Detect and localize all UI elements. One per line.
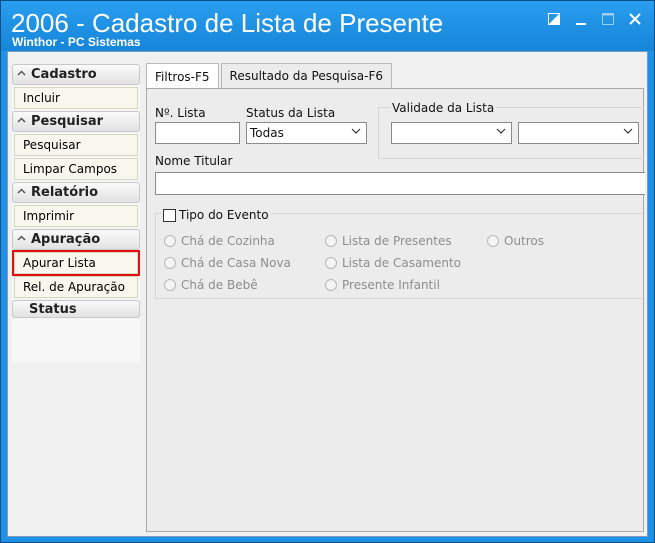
validade-fim-select[interactable] [518,122,639,144]
chevron-up-icon [17,114,29,129]
limpar-campos-button[interactable]: Limpar Campos [14,158,138,180]
radio-lista-casamento[interactable]: Lista de Casamento [325,256,461,270]
nav-group-apuracao: Apuração Apurar Lista Rel. de Apuração [12,229,140,298]
chevron-up-icon [17,232,29,247]
tab-filtros[interactable]: Filtros-F5 [146,63,219,89]
nav-header-label: Relatório [31,185,98,200]
validade-inicio-select[interactable] [391,122,512,144]
title-bar[interactable]: 2006 - Cadastro de Lista de Presente Win… [1,1,654,51]
radio-label: Outros [504,234,545,248]
radio-label: Chá de Bebê [181,278,258,292]
radio-circle-icon [164,279,176,291]
side-nav: Cadastro Incluir Pesquisar Pesquisar Lim… [12,64,140,318]
chevron-down-icon [351,126,361,139]
nav-group-cadastro: Cadastro Incluir [12,64,140,109]
chevron-down-icon [623,126,633,139]
imprimir-button[interactable]: Imprimir [14,205,138,227]
radio-presente-infantil[interactable]: Presente Infantil [325,278,440,292]
nav-header-label: Apuração [31,232,101,247]
app-window: 2006 - Cadastro de Lista de Presente Win… [0,0,655,543]
nav-group-pesquisar: Pesquisar Pesquisar Limpar Campos [12,111,140,180]
tab-bar: Filtros-F5 Resultado da Pesquisa-F6 [146,63,394,89]
radio-lista-presentes[interactable]: Lista de Presentes [325,234,452,248]
numero-lista-input[interactable] [155,122,240,144]
radio-circle-icon [325,257,337,269]
client-area: Cadastro Incluir Pesquisar Pesquisar Lim… [7,51,648,537]
radio-circle-icon [325,235,337,247]
nav-header-label: Pesquisar [31,114,104,129]
status-lista-select[interactable]: Todas [246,122,367,144]
rel-apuracao-button[interactable]: Rel. de Apuração [14,276,138,298]
apurar-lista-button[interactable]: Apurar Lista [12,250,140,276]
numero-lista-label: Nº. Lista [155,106,206,120]
incluir-button[interactable]: Incluir [14,87,138,109]
nome-titular-label: Nome Titular [155,154,233,168]
filtros-panel: Nº. Lista Status da Lista Todas Validade… [146,88,645,532]
nav-header-status[interactable]: Status [12,300,140,318]
radio-cha-bebe[interactable]: Chá de Bebê [164,278,258,292]
status-lista-value: Todas [250,126,284,140]
pesquisar-button[interactable]: Pesquisar [14,134,138,156]
radio-circle-icon [487,235,499,247]
nav-header-relatorio[interactable]: Relatório [12,182,140,203]
nome-titular-input[interactable] [155,172,645,195]
tab-resultado-pesquisa[interactable]: Resultado da Pesquisa-F6 [220,63,393,88]
nav-header-pesquisar[interactable]: Pesquisar [12,111,140,132]
window-subtitle: Winthor - PC Sistemas [12,35,141,49]
tipo-evento-checkbox[interactable] [163,208,176,222]
nav-group-relatorio: Relatório Imprimir [12,182,140,227]
radio-label: Lista de Presentes [342,234,452,248]
nav-header-apuracao[interactable]: Apuração [12,229,140,250]
nav-header-cadastro[interactable]: Cadastro [12,64,140,85]
radio-label: Chá de Casa Nova [181,256,291,270]
close-icon[interactable] [625,10,645,28]
chevron-up-icon [17,67,29,82]
minimize-icon[interactable] [571,10,591,28]
nav-header-label: Cadastro [31,67,97,82]
radio-circle-icon [325,279,337,291]
tipo-evento-label: Tipo do Evento [179,208,269,222]
radio-cha-cozinha[interactable]: Chá de Cozinha [164,234,275,248]
chevron-up-icon [17,185,29,200]
maximize-icon[interactable] [598,10,618,28]
radio-label: Presente Infantil [342,278,440,292]
radio-label: Lista de Casamento [342,256,462,270]
status-lista-label: Status da Lista [246,106,336,120]
radio-cha-casa-nova[interactable]: Chá de Casa Nova [164,256,291,270]
restore-icon[interactable] [544,10,564,28]
radio-outros[interactable]: Outros [487,234,544,248]
radio-circle-icon [164,257,176,269]
chevron-down-icon [496,126,506,139]
tipo-evento-header: Tipo do Evento [161,208,271,222]
validade-label: Validade da Lista [390,101,497,115]
radio-circle-icon [164,235,176,247]
radio-label: Chá de Cozinha [181,234,275,248]
